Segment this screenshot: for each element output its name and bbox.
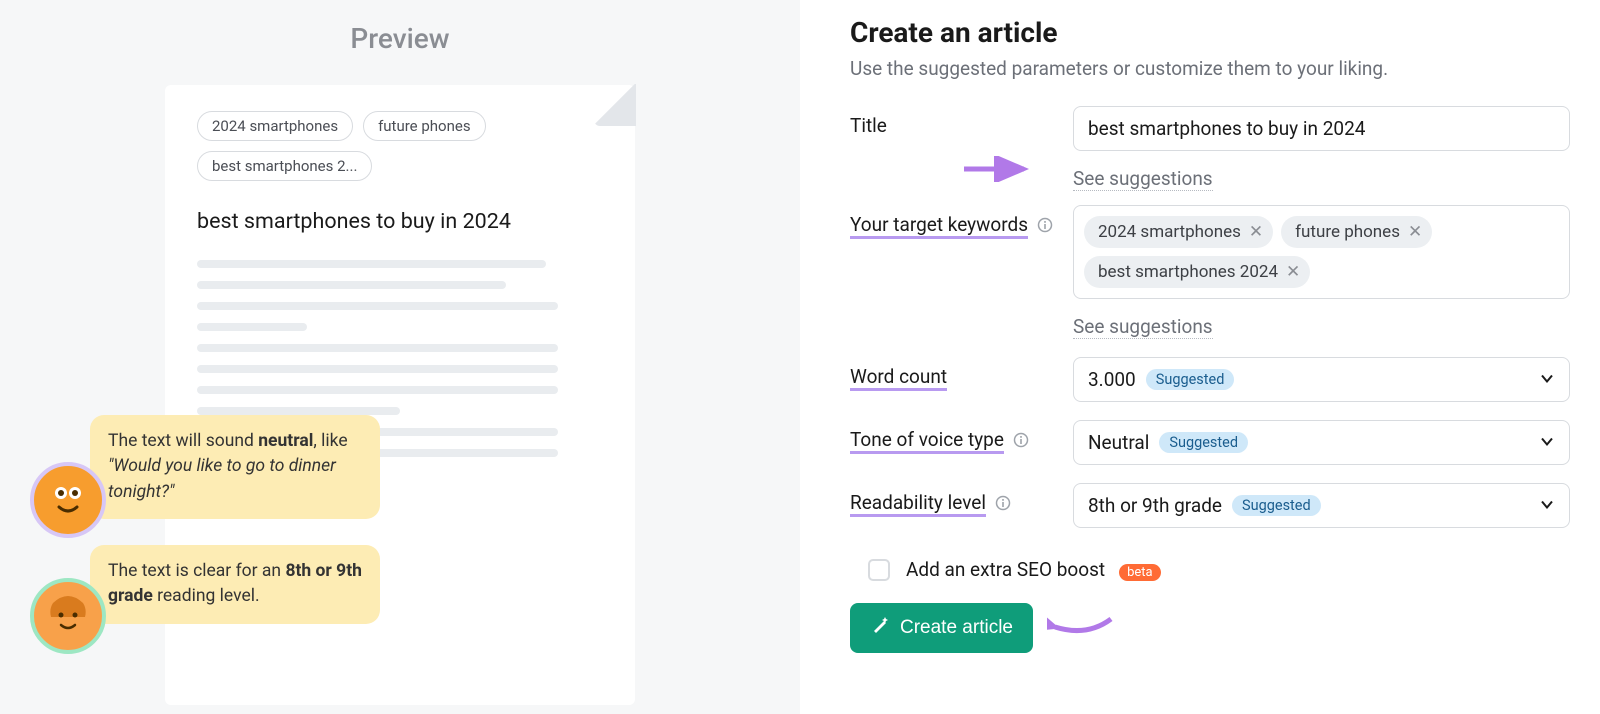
form-subheading: Use the suggested parameters or customiz… — [850, 57, 1570, 80]
seo-boost-checkbox[interactable] — [868, 559, 890, 581]
tone-select[interactable]: Neutral Suggested — [1073, 420, 1570, 465]
keyword-chip: future phones✕ — [1281, 216, 1432, 248]
info-icon[interactable] — [1013, 432, 1029, 448]
remove-chip-icon[interactable]: ✕ — [1408, 222, 1422, 242]
preview-tag: best smartphones 2... — [197, 151, 372, 181]
preview-tag: 2024 smartphones — [197, 111, 353, 141]
keyword-chip: 2024 smartphones✕ — [1084, 216, 1273, 248]
see-suggestions-link[interactable]: See suggestions — [1073, 167, 1213, 191]
keyword-chip: best smartphones 2024✕ — [1084, 256, 1310, 288]
avatar-readability-icon — [30, 578, 106, 654]
callout-arrow-icon — [1047, 611, 1119, 645]
info-icon[interactable] — [1037, 217, 1053, 233]
seo-boost-label: Add an extra SEO boost — [906, 558, 1105, 581]
preview-article-title: best smartphones to buy in 2024 — [197, 209, 603, 234]
preview-pane: Preview 2024 smartphones future phones b… — [0, 0, 800, 714]
suggested-badge: Suggested — [1146, 369, 1235, 390]
wordcount-label: Word count — [850, 357, 1073, 388]
preview-tag: future phones — [363, 111, 486, 141]
suggested-badge: Suggested — [1232, 495, 1321, 516]
suggested-badge: Suggested — [1159, 432, 1248, 453]
remove-chip-icon[interactable]: ✕ — [1286, 262, 1300, 282]
preview-tags: 2024 smartphones future phones best smar… — [197, 111, 603, 181]
chevron-down-icon — [1539, 431, 1555, 454]
readability-hint-bubble: The text is clear for an 8th or 9th grad… — [90, 545, 380, 624]
tone-label: Tone of voice type — [850, 420, 1073, 451]
info-icon[interactable] — [995, 495, 1011, 511]
readability-label: Readability level — [850, 483, 1073, 514]
preview-heading: Preview — [0, 22, 800, 55]
keywords-input[interactable]: 2024 smartphones✕ future phones✕ best sm… — [1073, 205, 1570, 299]
remove-chip-icon[interactable]: ✕ — [1249, 222, 1263, 242]
magic-wand-icon — [870, 615, 890, 641]
wordcount-select[interactable]: 3.000 Suggested — [1073, 357, 1570, 402]
form-pane: Create an article Use the suggested para… — [800, 0, 1600, 714]
seo-boost-row: Add an extra SEO boost beta — [850, 544, 1570, 595]
tone-hint-bubble: The text will sound neutral, like "Would… — [90, 415, 380, 519]
see-suggestions-link[interactable]: See suggestions — [1073, 315, 1213, 339]
chevron-down-icon — [1539, 494, 1555, 517]
callout-arrow-icon — [962, 156, 1034, 182]
title-input[interactable] — [1073, 106, 1570, 151]
title-label: Title — [850, 106, 1073, 137]
beta-badge: beta — [1119, 564, 1161, 581]
chevron-down-icon — [1539, 368, 1555, 391]
keywords-label: Your target keywords — [850, 205, 1073, 236]
readability-select[interactable]: 8th or 9th grade Suggested — [1073, 483, 1570, 528]
form-heading: Create an article — [850, 16, 1570, 49]
create-article-button[interactable]: Create article — [850, 603, 1033, 653]
avatar-tone-icon — [30, 462, 106, 538]
